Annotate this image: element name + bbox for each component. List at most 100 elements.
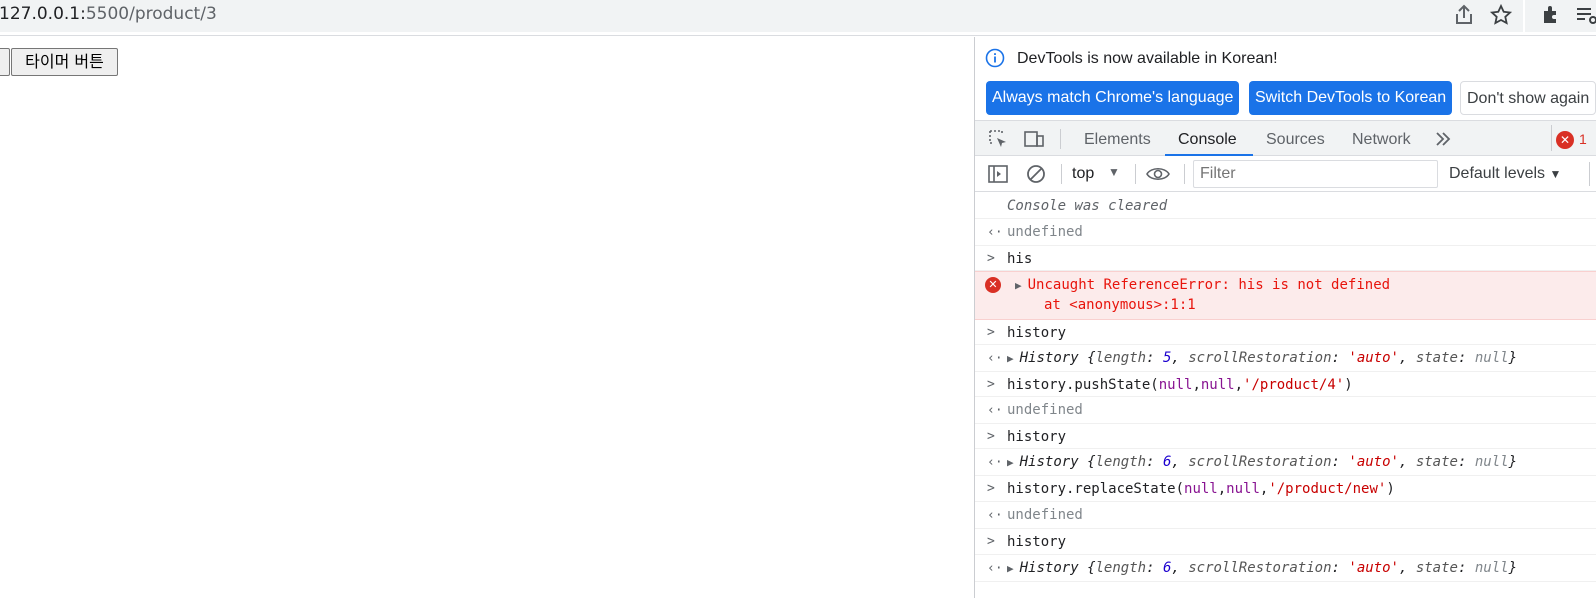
more-tabs-chevron-icon[interactable] [1432, 128, 1454, 150]
prop-value: 6 [1162, 560, 1172, 576]
error-badge-icon[interactable]: ✕ [1556, 131, 1574, 149]
switch-to-korean-button[interactable]: Switch DevTools to Korean [1249, 81, 1453, 115]
tab-elements[interactable]: Elements [1084, 131, 1151, 149]
infobar-message: DevTools is now available in Korean! [1017, 50, 1278, 67]
toolbar-divider-4 [1589, 162, 1590, 186]
prop-key: state [1415, 560, 1458, 576]
page-partial-button[interactable] [0, 48, 10, 76]
console-toolbar: top ▼ Default levels ▼ [975, 156, 1596, 192]
console-result: ‹· undefined [975, 219, 1596, 246]
log-levels-label: Default levels [1449, 165, 1546, 182]
prop-value: 'auto' [1348, 454, 1399, 470]
input-text: history.replaceState(null,null,'/product… [1007, 481, 1395, 497]
history-object[interactable]: ▶ History {length: 6, scrollRestoration: … [1007, 560, 1517, 576]
log-levels-dropdown[interactable]: Default levels ▼ [1449, 165, 1561, 183]
console-input: > history.replaceState(null,null,'/produ… [975, 476, 1596, 502]
devtools-tabbar: Elements Console Sources Network ✕ 1 [975, 120, 1596, 156]
toolbar-divider-3 [1184, 164, 1185, 184]
prop-key: state [1415, 454, 1458, 470]
code-fn: history.replaceState( [1007, 481, 1185, 497]
tabbar-divider [1060, 129, 1061, 149]
prop-value: null [1474, 560, 1509, 576]
code-arg: null [1184, 481, 1218, 497]
console-output[interactable]: Console was cleared ‹· undefined > his ✕… [975, 193, 1596, 598]
prop-value: 'auto' [1348, 350, 1399, 366]
tab-console[interactable]: Console [1178, 131, 1237, 149]
prop-value: 5 [1162, 350, 1172, 366]
result-arrow-icon: ‹· [987, 561, 1003, 576]
input-prompt-icon: > [987, 429, 995, 444]
prop-key: length [1095, 560, 1147, 576]
result-arrow-icon: ‹· [987, 225, 1003, 240]
prop-key: length [1095, 454, 1147, 470]
prop-value: null [1474, 350, 1509, 366]
console-input: > history [975, 529, 1596, 555]
expand-triangle-icon[interactable]: ▶ [1015, 279, 1022, 292]
tab-network[interactable]: Network [1352, 131, 1411, 149]
object-name: History [1019, 454, 1079, 470]
inspect-element-icon[interactable] [987, 128, 1009, 150]
object-name: History [1019, 350, 1079, 366]
input-prompt-icon: > [987, 481, 995, 496]
device-toolbar-icon[interactable] [1023, 128, 1045, 150]
result-text: undefined [1007, 402, 1083, 418]
result-text: undefined [1007, 224, 1083, 240]
share-icon[interactable] [1452, 3, 1476, 27]
toolbar-divider [1061, 164, 1062, 184]
clear-console-icon[interactable] [1025, 163, 1047, 185]
code-arg: null [1226, 481, 1260, 497]
history-object[interactable]: ▶ History {length: 5, scrollRestoration: … [1007, 350, 1517, 366]
url-text[interactable]: 127.0.0.1:5500/product/3 [0, 4, 217, 24]
input-text: history [1007, 534, 1067, 550]
console-result: ‹· undefined [975, 397, 1596, 424]
context-dropdown-icon[interactable]: ▼ [1108, 165, 1120, 179]
object-name: History [1019, 560, 1079, 576]
error-location[interactable]: at <anonymous>:1:1 [1044, 297, 1196, 313]
input-text: history [1007, 429, 1067, 445]
log-levels-arrow-icon: ▼ [1549, 167, 1562, 181]
code-arg: '/product/new' [1268, 481, 1387, 497]
live-expression-eye-icon[interactable] [1145, 163, 1171, 185]
expand-triangle-icon[interactable]: ▶ [1007, 456, 1014, 469]
show-sidebar-icon[interactable] [987, 163, 1009, 185]
tab-sources[interactable]: Sources [1266, 131, 1325, 149]
expand-triangle-icon[interactable]: ▶ [1007, 562, 1014, 575]
always-match-language-button[interactable]: Always match Chrome's language [986, 81, 1240, 115]
prop-value: null [1474, 454, 1509, 470]
console-input: > history.pushState(null,null,'/product/… [975, 372, 1596, 397]
console-message: Console was cleared [975, 193, 1596, 219]
error-text: Uncaught ReferenceError: his is not defi… [1027, 277, 1391, 293]
console-input: > history [975, 424, 1596, 449]
console-input: > his [975, 246, 1596, 271]
result-arrow-icon: ‹· [987, 455, 1003, 470]
toolbar-divider-2 [1135, 164, 1136, 184]
error-message[interactable]: ▶ Uncaught ReferenceError: his is not def… [1015, 277, 1390, 293]
input-prompt-icon: > [987, 377, 995, 392]
console-result[interactable]: ‹· ▶ History {length: 5, scrollRestoratio… [975, 345, 1596, 372]
console-result[interactable]: ‹· ▶ History {length: 6, scrollRestoratio… [975, 449, 1596, 476]
dont-show-again-button[interactable]: Don't show again [1460, 81, 1596, 115]
context-selector[interactable]: top [1072, 165, 1094, 183]
url-path: 5500/product/3 [85, 4, 217, 24]
console-input: > history [975, 320, 1596, 345]
input-text: history [1007, 325, 1067, 341]
url-host: 127.0.0.1: [0, 4, 86, 24]
console-result[interactable]: ‹· ▶ History {length: 6, scrollRestoratio… [975, 555, 1596, 582]
history-object[interactable]: ▶ History {length: 6, scrollRestoration: … [1007, 454, 1517, 470]
result-arrow-icon: ‹· [987, 351, 1003, 366]
error-count[interactable]: 1 [1579, 131, 1587, 147]
code-arg: null [1200, 377, 1235, 393]
extensions-puzzle-icon[interactable] [1540, 3, 1564, 27]
bookmark-star-icon[interactable] [1489, 3, 1513, 27]
console-filter-input[interactable] [1193, 160, 1438, 188]
address-bar[interactable]: 127.0.0.1:5500/product/3 [0, 0, 1596, 32]
reading-list-icon[interactable] [1574, 3, 1596, 27]
prop-value: 6 [1162, 454, 1172, 470]
code-arg: null [1158, 377, 1193, 393]
prop-key: scrollRestoration [1188, 560, 1332, 576]
devtools-panel: DevTools is now available in Korean! Alw… [974, 37, 1596, 598]
timer-button[interactable]: 타이머 버튼 [11, 48, 118, 76]
expand-triangle-icon[interactable]: ▶ [1007, 352, 1014, 365]
prop-key: length [1095, 350, 1147, 366]
input-prompt-icon: > [987, 534, 995, 549]
